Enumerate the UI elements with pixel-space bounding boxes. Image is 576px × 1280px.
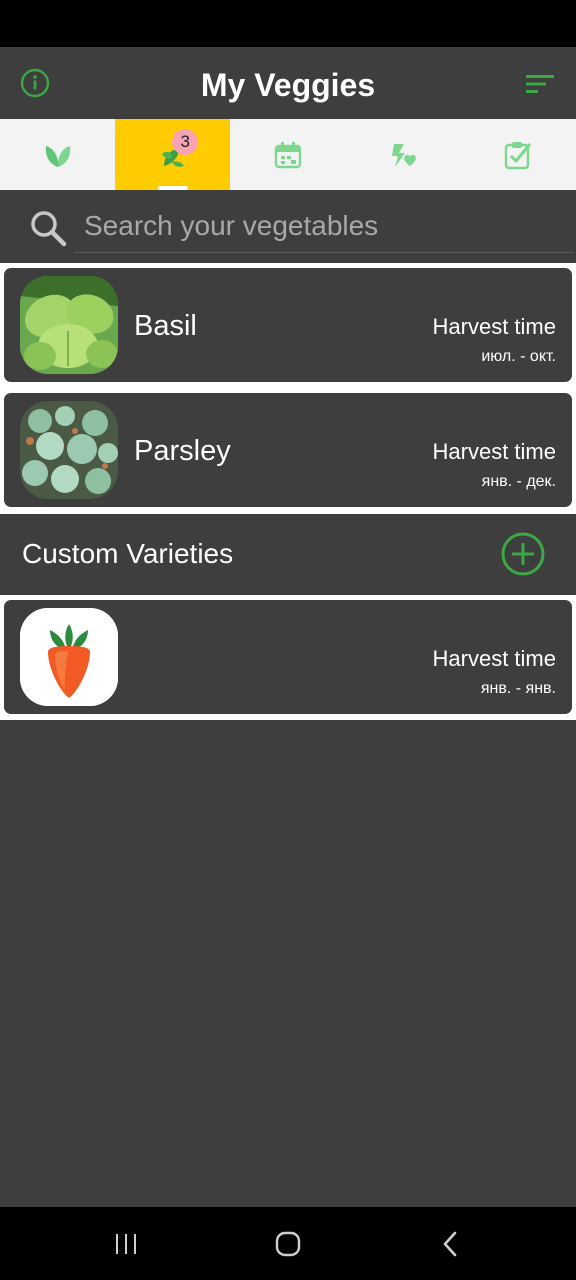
- list-item[interactable]: Parsley Harvest time янв. - дек.: [4, 393, 572, 507]
- harvest-months: янв. - дек.: [481, 473, 556, 490]
- vegetable-name: Parsley: [134, 435, 231, 467]
- home-icon: [275, 1231, 301, 1257]
- leaf-icon: [45, 145, 70, 167]
- tab-vegetables[interactable]: [0, 119, 115, 190]
- tab-my-plants[interactable]: 3: [115, 119, 231, 190]
- custom-varieties-title: Custom Varieties: [22, 538, 234, 569]
- search-input[interactable]: [74, 200, 574, 253]
- search-icon: [31, 211, 67, 247]
- lightning-heart-icon: [392, 143, 416, 167]
- harvest-months: июл. - окт.: [481, 348, 556, 365]
- system-navigation-bar: [0, 1207, 576, 1280]
- status-bar: [0, 0, 576, 47]
- custom-varieties-list: Harvest time янв. - янв.: [0, 595, 576, 720]
- home-button[interactable]: [268, 1227, 308, 1261]
- app-bar: My Veggies: [0, 47, 576, 119]
- vegetable-list: Basil Harvest time июл. - окт. Parsley H…: [0, 263, 576, 514]
- back-icon: [443, 1231, 457, 1257]
- carrot-image: [20, 608, 118, 706]
- tab-bar: 3: [0, 119, 576, 190]
- add-icon[interactable]: [500, 531, 546, 577]
- back-button[interactable]: [430, 1227, 470, 1261]
- tab-tasks[interactable]: [461, 119, 576, 190]
- harvest-label: Harvest time: [432, 314, 556, 339]
- recent-apps-button[interactable]: [106, 1227, 146, 1261]
- vegetable-name: Basil: [134, 310, 197, 342]
- notification-badge: 3: [172, 129, 199, 155]
- tab-companions[interactable]: [346, 119, 461, 190]
- recent-apps-icon: [116, 1234, 136, 1254]
- parsley-image: [20, 401, 118, 499]
- harvest-label: Harvest time: [432, 439, 556, 464]
- checklist-icon: [505, 141, 532, 169]
- app-title: My Veggies: [200, 67, 376, 103]
- sort-icon[interactable]: [524, 73, 556, 95]
- harvest-label: Harvest time: [432, 646, 556, 671]
- tab-calendar[interactable]: [230, 119, 345, 190]
- search-bar: [0, 190, 576, 262]
- harvest-months: янв. - янв.: [480, 680, 556, 697]
- basil-image: [20, 276, 118, 374]
- list-item[interactable]: Basil Harvest time июл. - окт.: [4, 268, 572, 382]
- calendar-icon: [274, 141, 302, 168]
- list-item[interactable]: Harvest time янв. - янв.: [4, 600, 572, 714]
